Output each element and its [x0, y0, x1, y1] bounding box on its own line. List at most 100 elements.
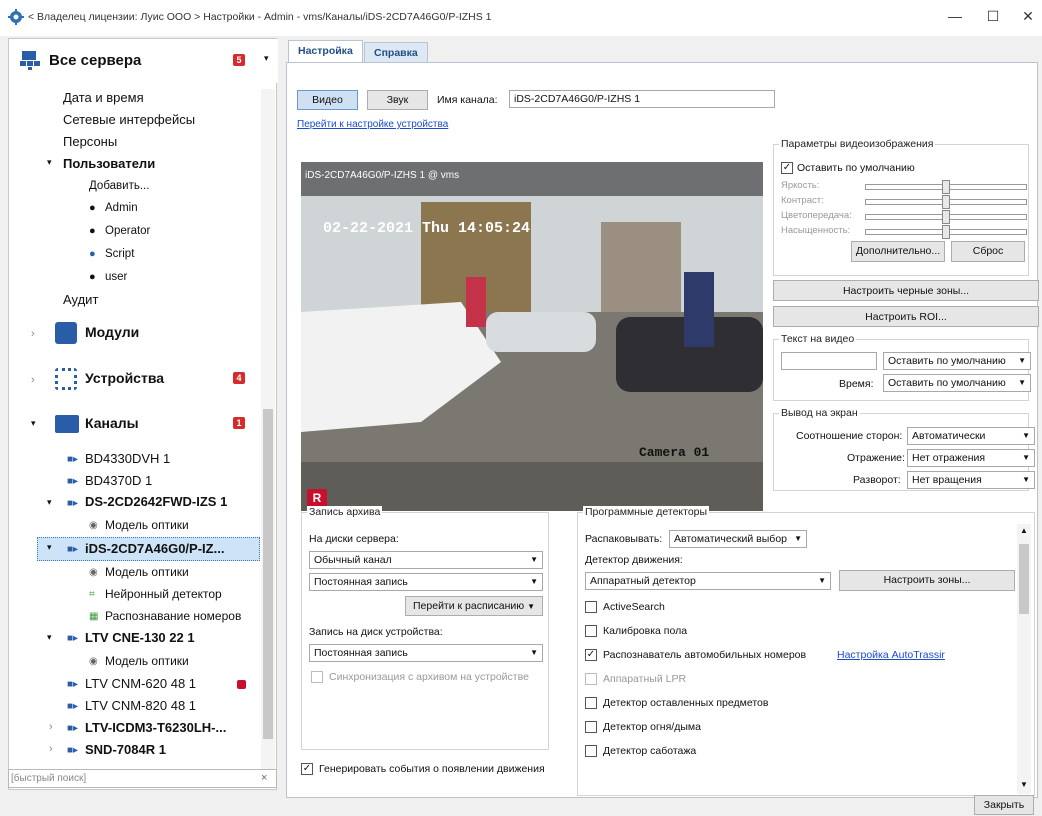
chevron-right-icon[interactable]: › — [31, 328, 35, 340]
tree-item-user-admin[interactable]: Admin — [105, 202, 138, 214]
tree-item-channel[interactable]: LTV CNM-820 48 1 — [85, 698, 196, 713]
camera-icon: ■▸ — [67, 723, 79, 734]
overlay-text-combo[interactable]: Оставить по умолчанию ▼ — [883, 352, 1031, 370]
sync-archive-checkbox[interactable] — [311, 671, 323, 683]
slider-knob[interactable] — [942, 195, 950, 209]
slider-knob[interactable] — [942, 180, 950, 194]
scrollbar-thumb[interactable] — [1019, 544, 1029, 614]
tree-item-audit[interactable]: Аудит — [63, 292, 98, 307]
mirror-combo[interactable]: Нет отражения ▼ — [907, 449, 1035, 467]
chevron-right-icon[interactable]: › — [49, 743, 53, 755]
slider-knob[interactable] — [942, 225, 950, 239]
contrast-slider[interactable] — [865, 195, 1027, 209]
tree-item-plate-recognition[interactable]: Распознавание номеров — [105, 609, 241, 623]
tab-settings[interactable]: Настройка — [288, 40, 363, 64]
search-input[interactable]: [быстрый поиск] — [11, 773, 86, 784]
selected-channel-label: iDS-2CD7A46G0/P-IZ... — [85, 541, 225, 556]
scrollbar-thumb[interactable] — [263, 409, 273, 739]
tree-item-persons[interactable]: Персоны — [63, 134, 117, 149]
roi-button[interactable]: Настроить ROI... — [773, 306, 1039, 327]
servers-icon — [20, 51, 40, 70]
close-window-button[interactable]: ✕ — [1018, 8, 1038, 28]
fire-smoke-checkbox[interactable] — [585, 721, 597, 733]
motion-events-checkbox[interactable]: ✓ — [301, 763, 313, 775]
record-mode-combo[interactable]: Постоянная запись ▼ — [309, 573, 543, 591]
advanced-button[interactable]: Дополнительно... — [851, 241, 945, 262]
rotate-combo[interactable]: Нет вращения ▼ — [907, 471, 1035, 489]
floor-calibration-checkbox[interactable] — [585, 625, 597, 637]
tree-item-channel[interactable]: SND-7084R 1 — [85, 742, 166, 757]
tree-item-user-user[interactable]: user — [105, 271, 127, 283]
tree-item-optics[interactable]: Модель оптики — [105, 518, 189, 532]
hardware-lpr-checkbox[interactable] — [585, 673, 597, 685]
chevron-down-icon[interactable]: ▾ — [47, 542, 52, 553]
time-combo[interactable]: Оставить по умолчанию ▼ — [883, 374, 1031, 392]
tree-item-users[interactable]: Пользователи — [63, 156, 155, 171]
black-zones-button[interactable]: Настроить черные зоны... — [773, 280, 1039, 301]
saturation-slider[interactable] — [865, 225, 1027, 239]
color-slider[interactable] — [865, 210, 1027, 224]
device-record-combo[interactable]: Постоянная запись ▼ — [309, 644, 543, 662]
configure-zones-button[interactable]: Настроить зоны... — [839, 570, 1015, 591]
decode-combo[interactable]: Автоматический выбор ▼ — [669, 530, 807, 548]
minimize-button[interactable]: — — [945, 8, 965, 28]
chevron-right-icon[interactable]: › — [49, 721, 53, 733]
reset-button[interactable]: Сброс — [951, 241, 1025, 262]
tree-item-network[interactable]: Сетевые интерфейсы — [63, 112, 195, 127]
chevron-down-icon[interactable]: ▾ — [47, 497, 52, 508]
device-settings-link[interactable]: Перейти к настройке устройства — [297, 119, 448, 130]
quick-search-box[interactable]: [быстрый поиск] × — [8, 769, 277, 788]
tree-item-datetime[interactable]: Дата и время — [63, 90, 144, 105]
activesearch-checkbox[interactable] — [585, 601, 597, 613]
scroll-down-icon[interactable]: ▼ — [1020, 780, 1028, 789]
default-image-checkbox[interactable]: ✓ — [781, 162, 793, 174]
tree-item-user-operator[interactable]: Operator — [105, 225, 150, 237]
tree-item-optics[interactable]: Модель оптики — [105, 565, 189, 579]
tree-item-devices[interactable]: Устройства — [85, 370, 164, 386]
tree-scrollbar[interactable] — [261, 89, 275, 784]
brightness-slider[interactable] — [865, 180, 1027, 194]
motion-detector-combo[interactable]: Аппаратный детектор ▼ — [585, 572, 831, 590]
tree-header[interactable]: Все сервера 5 ▾ — [9, 39, 278, 83]
abandoned-objects-checkbox[interactable] — [585, 697, 597, 709]
autotrassir-link[interactable]: Настройка AutoTrassir — [837, 649, 945, 661]
plate-recognizer-checkbox[interactable]: ✓ — [585, 649, 597, 661]
video-button[interactable]: Видео — [297, 90, 358, 110]
color-label: Цветопередача: — [781, 210, 852, 221]
sabotage-checkbox[interactable] — [585, 745, 597, 757]
tree-item-channel[interactable]: BD4370D 1 — [85, 473, 152, 488]
maximize-button[interactable]: ☐ — [983, 8, 1003, 28]
overlay-text-input[interactable] — [781, 352, 877, 370]
activesearch-label: ActiveSearch — [603, 601, 665, 613]
brightness-label: Яркость: — [781, 180, 820, 191]
chevron-down-icon[interactable]: ▾ — [264, 53, 269, 64]
tree-item-selected-channel[interactable]: ▾ ■▸ iDS-2CD7A46G0/P-IZ... — [37, 537, 260, 561]
tree-item-add-user[interactable]: Добавить... — [89, 180, 149, 192]
chevron-down-icon[interactable]: ▾ — [47, 157, 52, 168]
sound-button[interactable]: Звук — [367, 90, 428, 110]
detectors-scrollbar[interactable]: ▲ ▼ — [1017, 524, 1031, 794]
schedule-button[interactable]: Перейти к расписанию ▼ — [405, 596, 543, 616]
slider-knob[interactable] — [942, 210, 950, 224]
scroll-up-icon[interactable]: ▲ — [1020, 526, 1028, 535]
tab-help[interactable]: Справка — [364, 42, 428, 64]
tree-item-channel[interactable]: LTV-ICDM3-T6230LH-... — [85, 720, 226, 735]
tree-item-channel[interactable]: BD4330DVH 1 — [85, 451, 170, 466]
clear-search-icon[interactable]: × — [261, 772, 267, 784]
close-button[interactable]: Закрыть — [974, 795, 1034, 815]
plate-recognizer-label: Распознаватель автомобильных номеров — [603, 649, 807, 661]
tree-item-modules[interactable]: Модули — [85, 324, 139, 340]
aspect-combo[interactable]: Автоматически ▼ — [907, 427, 1035, 445]
tree-item-channel[interactable]: DS-2CD2642FWD-IZS 1 — [85, 494, 227, 509]
tree-item-channel[interactable]: LTV CNM-620 48 1 — [85, 676, 196, 691]
stream-combo[interactable]: Обычный канал ▼ — [309, 551, 543, 569]
channel-name-input[interactable]: iDS-2CD7A46G0/P-IZHS 1 — [509, 90, 775, 108]
tree-item-neural-detector[interactable]: Нейронный детектор — [105, 587, 222, 601]
tree-item-optics[interactable]: Модель оптики — [105, 654, 189, 668]
chevron-down-icon[interactable]: ▾ — [47, 632, 52, 643]
chevron-right-icon[interactable]: › — [31, 374, 35, 386]
tree-item-channels[interactable]: Каналы — [85, 415, 139, 431]
chevron-down-icon[interactable]: ▾ — [31, 418, 36, 429]
tree-item-user-script[interactable]: Script — [105, 248, 134, 260]
tree-item-channel[interactable]: LTV CNE-130 22 1 — [85, 630, 195, 645]
